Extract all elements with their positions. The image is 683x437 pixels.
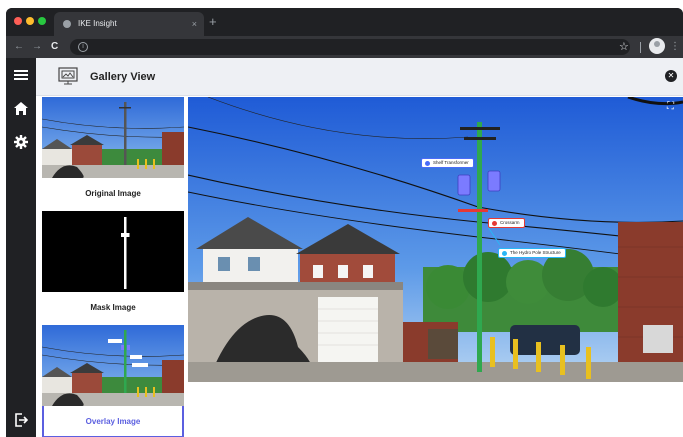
main-image-viewer[interactable]: ⛶ Shelf Transformer Crossarm The Hydro P…: [188, 97, 683, 382]
original-image: [42, 97, 184, 178]
tab-close-icon[interactable]: ×: [192, 12, 197, 36]
new-tab-button[interactable]: +: [209, 12, 217, 32]
tab-title: IKE Insight: [78, 19, 117, 28]
browser-tab[interactable]: IKE Insight ×: [54, 12, 204, 36]
toolbar-divider: [640, 42, 641, 53]
browser-toolbar: ← → C i ☆ ⋮: [6, 36, 683, 58]
thumbnail-label: Original Image: [85, 189, 141, 198]
close-window-button[interactable]: [14, 17, 22, 25]
thumbnail-label: Overlay Image: [85, 417, 141, 426]
gear-icon[interactable]: [11, 134, 31, 154]
annotation-label[interactable]: Shelf Transformer: [421, 158, 474, 168]
overlay-photo: [188, 97, 683, 382]
browser-window: IKE Insight × + ← → C i ☆ ⋮ Gallery View…: [6, 8, 683, 437]
app-content: Gallery View ✕ Original Image Mask Image…: [36, 58, 683, 437]
app-sidebar: [6, 58, 36, 437]
info-icon[interactable]: i: [78, 42, 88, 52]
bookmark-star-icon[interactable]: ☆: [619, 39, 629, 55]
thumbnail-list: Original Image Mask Image Overlay Image: [42, 97, 184, 437]
browser-menu-icon[interactable]: ⋮: [670, 39, 680, 55]
annotation-label[interactable]: Crossarm: [488, 218, 525, 228]
fullscreen-icon[interactable]: ⛶: [667, 102, 677, 112]
thumbnail-overlay[interactable]: Overlay Image: [42, 325, 184, 437]
profile-avatar[interactable]: [649, 38, 665, 54]
annotation-text: Crossarm: [500, 220, 520, 225]
thumbnail-label: Mask Image: [90, 303, 136, 312]
overlay-image: [42, 325, 184, 406]
reload-icon[interactable]: C: [51, 39, 58, 55]
forward-icon[interactable]: →: [32, 39, 42, 55]
page-header: Gallery View ✕: [36, 58, 683, 96]
back-icon[interactable]: ←: [14, 39, 24, 55]
legend-dot-icon: [502, 251, 507, 256]
minimize-window-button[interactable]: [26, 17, 34, 25]
close-icon[interactable]: ✕: [665, 70, 677, 82]
menu-icon[interactable]: [11, 66, 31, 86]
annotation-text: Shelf Transformer: [433, 160, 469, 165]
address-bar[interactable]: i: [70, 39, 630, 55]
legend-dot-icon: [492, 221, 497, 226]
thumbnail-mask[interactable]: Mask Image: [42, 211, 184, 324]
page-title: Gallery View: [90, 71, 156, 83]
logout-icon[interactable]: [11, 412, 31, 432]
thumbnail-original[interactable]: Original Image: [42, 97, 184, 210]
globe-icon: [63, 20, 71, 28]
legend-dot-icon: [425, 161, 430, 166]
gallery-icon: [58, 67, 78, 85]
home-icon[interactable]: [11, 100, 31, 120]
mask-image: [42, 211, 184, 292]
annotation-label[interactable]: The Hydro Pole Structure: [498, 248, 566, 258]
maximize-window-button[interactable]: [38, 17, 46, 25]
tab-strip: IKE Insight × +: [6, 8, 683, 36]
annotation-text: The Hydro Pole Structure: [510, 250, 561, 255]
